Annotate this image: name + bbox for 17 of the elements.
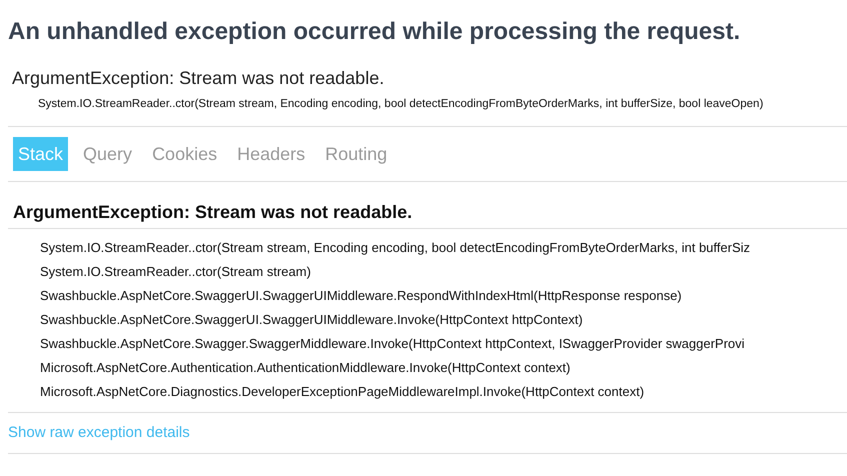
stack-heading: ArgumentException: Stream was not readable. — [13, 201, 412, 224]
stack-frame: Swashbuckle.AspNetCore.SwaggerUI.SwaggerUIMiddleware.RespondWithIndexHtml(HttpResponse response) — [40, 284, 682, 308]
show-raw-details-link[interactable]: Show raw exception details — [8, 424, 190, 441]
exception-message: ArgumentException: Stream was not readable. — [12, 67, 384, 90]
stack-frame: Swashbuckle.AspNetCore.SwaggerUI.SwaggerUIMiddleware.Invoke(HttpContext httpContext) — [40, 308, 583, 332]
tab[interactable]: Routing — [320, 137, 392, 171]
stack-frame: Microsoft.AspNetCore.Diagnostics.DeveloperExceptionPageMiddlewareImpl.Invoke(HttpContext context) — [40, 380, 644, 404]
tab[interactable]: Headers — [232, 137, 310, 171]
tab[interactable]: Query — [78, 137, 138, 171]
tab[interactable]: Stack — [13, 137, 68, 171]
stack-frame: Microsoft.AspNetCore.Authentication.AuthenticationMiddleware.Invoke(HttpContext context) — [40, 356, 570, 380]
stack-frame: System.IO.StreamReader..ctor(Stream stream) — [40, 260, 311, 284]
stack-frame: System.IO.StreamReader..ctor(Stream stream, Encoding encoding, bool detectEncodingFromByteOrderMarks, int bufferSiz — [40, 236, 750, 260]
stack-frame: Swashbuckle.AspNetCore.Swagger.SwaggerMiddleware.Invoke(HttpContext httpContext, ISwaggerProvider swaggerProvi — [40, 332, 745, 356]
page-title: An unhandled exception occurred while processing the request. — [8, 17, 740, 47]
tab[interactable]: Cookies — [147, 137, 222, 171]
exception-location: System.IO.StreamReader..ctor(Stream stream, Encoding encoding, bool detectEncodingFromByteOrderMarks, int bufferSize, bool leaveOpen) — [38, 97, 764, 112]
